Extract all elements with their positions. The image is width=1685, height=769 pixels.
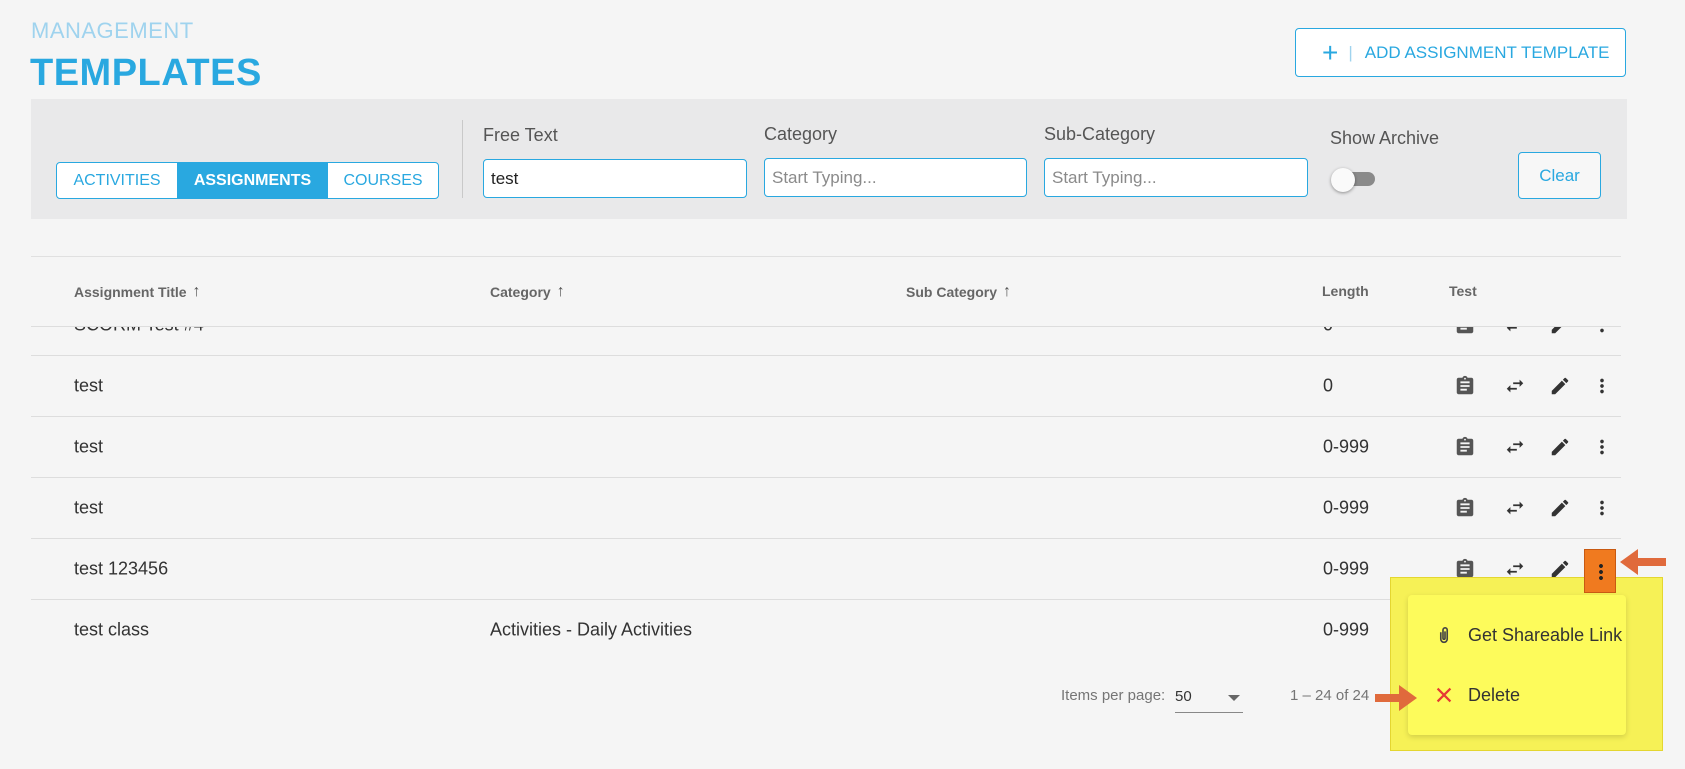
more-vertical-icon[interactable] bbox=[1590, 435, 1614, 459]
table-row[interactable]: SCORM Test #4 0 bbox=[31, 327, 1621, 356]
row-actions bbox=[1449, 493, 1621, 523]
template-type-tabs: ACTIVITIES ASSIGNMENTS COURSES bbox=[56, 162, 439, 199]
swap-arrows-icon[interactable] bbox=[1503, 496, 1527, 520]
delete-label: Delete bbox=[1468, 684, 1521, 705]
swap-arrows-icon[interactable] bbox=[1503, 327, 1527, 337]
sort-arrow-up-icon: ↑ bbox=[192, 283, 201, 300]
table-top-divider bbox=[31, 256, 1621, 257]
column-header-category-label: Category bbox=[490, 284, 551, 300]
row-title: test class bbox=[74, 619, 150, 640]
get-shareable-link-menu-item[interactable]: Get Shareable Link bbox=[1408, 609, 1626, 661]
column-header-length: Length bbox=[1322, 283, 1369, 299]
dropdown-caret-icon bbox=[1228, 695, 1240, 701]
column-header-title-label: Assignment Title bbox=[74, 284, 187, 300]
plus-icon: + bbox=[1322, 36, 1339, 68]
row-length: 0-999 bbox=[1323, 436, 1370, 457]
filter-divider bbox=[462, 120, 463, 198]
close-icon bbox=[1432, 683, 1456, 707]
tab-activities[interactable]: ACTIVITIES bbox=[57, 163, 178, 198]
items-per-page-label: Items per page: bbox=[1061, 687, 1166, 704]
swap-arrows-icon[interactable] bbox=[1503, 435, 1527, 459]
more-vertical-icon[interactable] bbox=[1590, 374, 1614, 398]
row-actions bbox=[1449, 327, 1621, 340]
column-header-sub-category-label: Sub Category bbox=[906, 284, 998, 300]
table-body: SCORM Test #4 0 test 0 test 0-999 bbox=[31, 327, 1621, 660]
category-label: Category bbox=[764, 124, 838, 144]
clipboard-icon[interactable] bbox=[1453, 374, 1477, 398]
row-title: test bbox=[74, 497, 104, 518]
more-vertical-button-active[interactable] bbox=[1584, 549, 1616, 593]
category-input[interactable]: Start Typing... bbox=[764, 158, 1027, 197]
table-row[interactable]: test 0 bbox=[31, 356, 1621, 417]
row-title: SCORM Test #4 bbox=[74, 327, 204, 336]
sort-arrow-up-icon: ↑ bbox=[1003, 283, 1012, 300]
more-vertical-icon bbox=[1599, 564, 1603, 580]
clipboard-icon[interactable] bbox=[1453, 435, 1477, 459]
add-button-label: ADD ASSIGNMENT TEMPLATE bbox=[1364, 42, 1610, 62]
items-per-page-value: 50 bbox=[1175, 688, 1192, 705]
sub-category-input[interactable]: Start Typing... bbox=[1044, 158, 1308, 197]
column-header-sub-category[interactable]: Sub Category ↑ bbox=[906, 283, 1011, 301]
clipboard-icon[interactable] bbox=[1453, 327, 1477, 337]
add-assignment-template-button[interactable]: + | ADD ASSIGNMENT TEMPLATE bbox=[1295, 28, 1626, 77]
get-shareable-link-label: Get Shareable Link bbox=[1468, 624, 1623, 645]
more-vertical-icon[interactable] bbox=[1590, 496, 1614, 520]
row-category: Activities - Daily Activities bbox=[490, 619, 693, 640]
table-row[interactable]: test 123456 0-999 bbox=[31, 539, 1621, 600]
more-vertical-icon[interactable] bbox=[1590, 327, 1614, 337]
row-context-menu: Get Shareable Link Delete bbox=[1408, 595, 1626, 735]
edit-pencil-icon[interactable] bbox=[1548, 327, 1572, 337]
column-header-test: Test bbox=[1449, 283, 1477, 299]
page-eyebrow: MANAGEMENT bbox=[31, 18, 194, 43]
edit-pencil-icon[interactable] bbox=[1548, 374, 1572, 398]
free-text-label: Free Text bbox=[483, 125, 558, 145]
clear-button[interactable]: Clear bbox=[1518, 152, 1601, 199]
button-separator: | bbox=[1348, 42, 1353, 62]
tab-courses[interactable]: COURSES bbox=[328, 163, 438, 198]
show-archive-label: Show Archive bbox=[1330, 128, 1440, 148]
column-header-length-label: Length bbox=[1322, 283, 1369, 299]
row-length: 0-999 bbox=[1323, 619, 1370, 640]
sub-category-label: Sub-Category bbox=[1044, 124, 1156, 144]
annotation-arrow-right-icon bbox=[1375, 685, 1417, 711]
clipboard-icon[interactable] bbox=[1453, 496, 1477, 520]
edit-pencil-icon[interactable] bbox=[1548, 496, 1572, 520]
column-header-title[interactable]: Assignment Title ↑ bbox=[74, 283, 201, 301]
row-title: test 123456 bbox=[74, 558, 169, 579]
edit-pencil-icon[interactable] bbox=[1548, 435, 1572, 459]
table-row[interactable]: test class Activities - Daily Activities… bbox=[31, 600, 1621, 660]
column-header-category[interactable]: Category ↑ bbox=[490, 283, 565, 301]
tab-assignments[interactable]: ASSIGNMENTS bbox=[178, 163, 328, 198]
table-row[interactable]: test 0-999 bbox=[31, 478, 1621, 539]
swap-arrows-icon[interactable] bbox=[1503, 374, 1527, 398]
pagination-range: 1 – 24 of 24 bbox=[1290, 687, 1370, 704]
row-length: 0 bbox=[1323, 327, 1333, 336]
table-row[interactable]: test 0-999 bbox=[31, 417, 1621, 478]
row-length: 0-999 bbox=[1323, 558, 1370, 579]
show-archive-toggle[interactable] bbox=[1331, 168, 1375, 192]
column-header-test-label: Test bbox=[1449, 283, 1477, 299]
row-length: 0-999 bbox=[1323, 497, 1370, 518]
page-title: TEMPLATES bbox=[30, 52, 262, 94]
row-title: test bbox=[74, 436, 104, 457]
sort-arrow-up-icon: ↑ bbox=[556, 283, 565, 300]
link-icon bbox=[1432, 623, 1456, 647]
items-per-page-select[interactable]: 50 bbox=[1175, 683, 1243, 713]
row-title: test bbox=[74, 375, 104, 396]
row-actions bbox=[1449, 432, 1621, 462]
toggle-knob bbox=[1331, 168, 1355, 192]
delete-menu-item[interactable]: Delete bbox=[1408, 669, 1626, 721]
free-text-input[interactable]: test bbox=[483, 159, 747, 198]
row-actions bbox=[1449, 371, 1621, 401]
row-length: 0 bbox=[1323, 375, 1334, 396]
annotation-arrow-left-icon bbox=[1620, 549, 1666, 575]
